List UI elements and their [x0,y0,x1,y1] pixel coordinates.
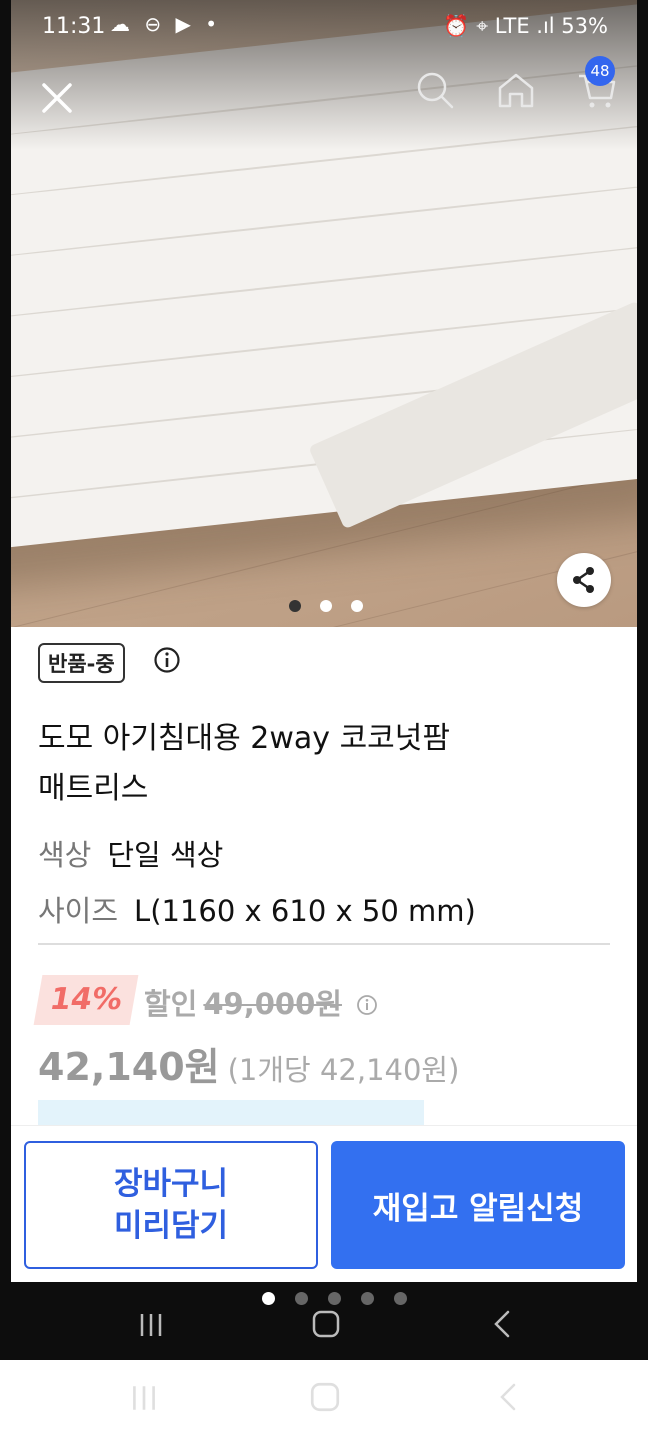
screen: 반품-중 도모 아기침대용 2way 코코넛팜 매트리스 색상 단일 색상 사이즈… [0,0,648,1360]
gallery-dot[interactable] [351,600,364,612]
sale-price: 42,140원 [38,1045,220,1089]
back-icon[interactable] [488,1308,518,1340]
search-icon [417,72,454,109]
original-price: 49,000원 [203,987,342,1021]
status-right: ⏰ ⌖ LTE .ıl 53% [443,14,608,38]
price-info-icon[interactable] [356,994,378,1016]
search-button[interactable] [415,70,455,110]
home-ghost-icon [310,1382,340,1412]
share-button[interactable] [557,553,611,607]
home-nav-icon[interactable] [310,1308,342,1340]
home-button[interactable] [496,70,536,110]
product-image[interactable] [11,0,637,627]
app-frame: 반품-중 도모 아기침대용 2way 코코넛팜 매트리스 색상 단일 색상 사이즈… [11,0,637,1282]
restock-alert-button[interactable]: 재입고 알림신청 [331,1141,625,1269]
product-title-line2: 매트리스 [38,771,149,806]
discount-badge: 14% [33,975,139,1025]
gallery-dot[interactable] [289,600,301,612]
close-icon [42,83,72,113]
cart-preview-line1: 장바구니 [113,1166,229,1202]
status-bar: 11:31 ☁ ⊖ ▶ • ⏰ ⌖ LTE .ıl 53% [0,0,648,56]
notification-icons: ☁ ⊖ ▶ • [110,12,222,36]
bottom-action-bar: 장바구니 미리담기 재입고 알림신청 [11,1125,637,1282]
recents-ghost-icon [133,1386,155,1410]
back-ghost-icon [500,1383,516,1411]
gallery-pagination [289,597,377,616]
product-title-line1: 도모 아기침대용 2way 코코넛팜 [38,721,450,756]
system-nav-bar [0,1300,648,1360]
status-badge-row: 반품-중 [38,643,125,683]
option-color-label: 색상 [38,838,92,872]
option-size-value: L(1160 x 610 x 50 mm) [134,894,476,928]
close-button[interactable] [37,78,77,118]
unit-price: (1개당 42,140원) [227,1053,460,1087]
option-color-value: 단일 색상 [107,838,224,872]
recents-icon[interactable] [136,1310,166,1340]
option-color: 색상 단일 색상 [38,832,223,874]
price-row: 42,140원 (1개당 42,140원) [38,1036,459,1091]
product-title: 도모 아기침대용 2way 코코넛팜 매트리스 [38,714,598,814]
ghost-nav-bar [0,1370,648,1430]
info-icon [154,647,180,673]
cart-preview-button[interactable]: 장바구니 미리담기 [24,1141,318,1269]
option-size: 사이즈 L(1160 x 610 x 50 mm) [38,888,476,930]
home-icon [498,73,534,108]
discount-label: 할인 49,000원 [144,981,378,1023]
option-size-label: 사이즈 [38,894,119,928]
cart-preview-line2: 미리담기 [113,1208,229,1244]
divider [38,943,610,945]
discount-text: 할인 [144,987,198,1021]
status-badge: 반품-중 [38,643,125,683]
gallery-dot[interactable] [320,600,333,612]
status-time: 11:31 [42,14,106,39]
badge-info-button[interactable] [153,646,181,678]
cart-count-badge: 48 [585,56,615,86]
share-icon [573,567,594,593]
